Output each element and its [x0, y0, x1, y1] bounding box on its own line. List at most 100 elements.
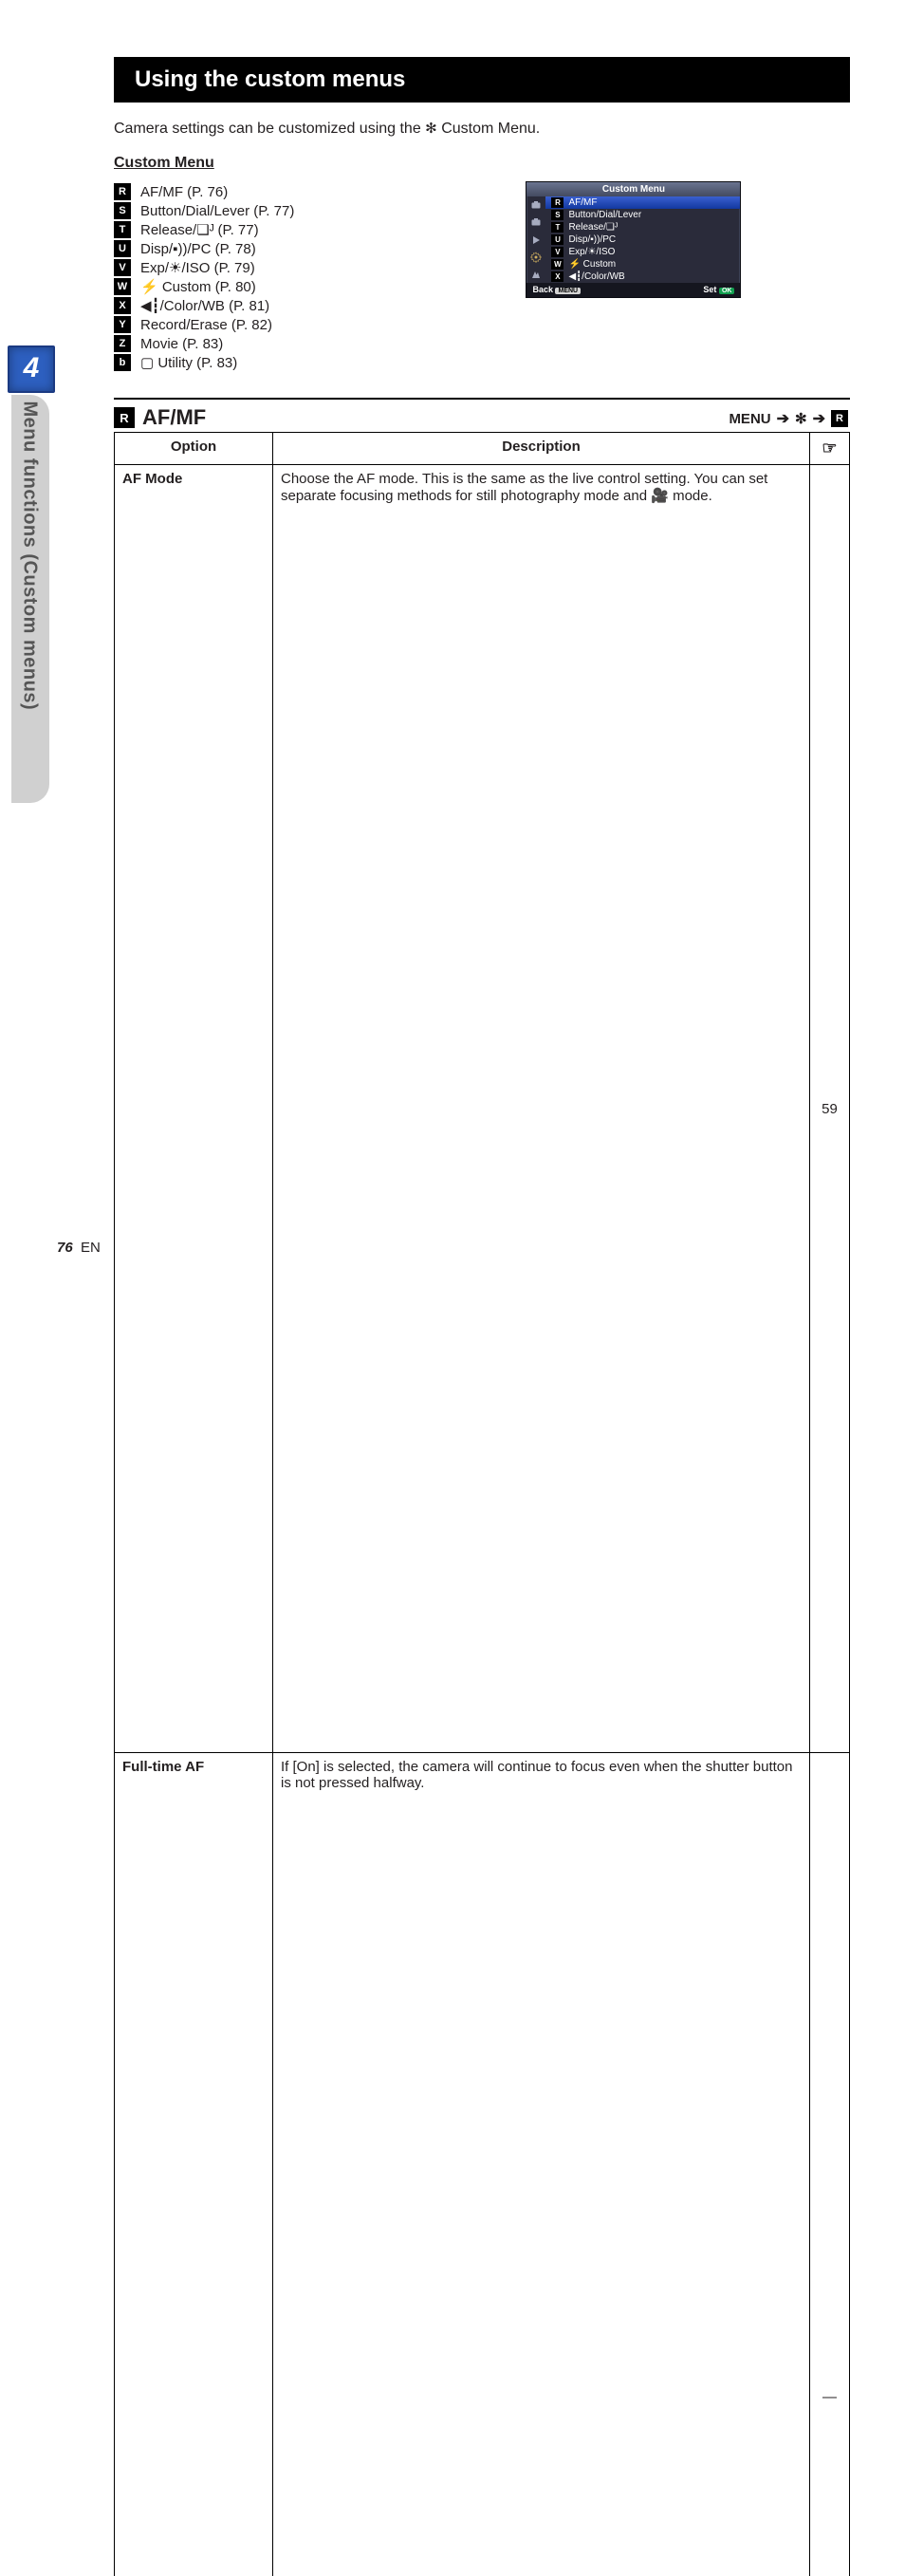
side-tab: Menu functions (Custom menus) [11, 395, 49, 803]
chapter-badge: 4 [8, 345, 55, 393]
list-item: V Exp/☀/ISO (P. 79) [114, 259, 493, 276]
list-item-text: Release/❏ᴶ (P. 77) [140, 221, 259, 238]
badge-icon: T [114, 221, 131, 238]
custom-menu-list: R AF/MF (P. 76) S Button/Dial/Lever (P. 77)… [114, 183, 493, 371]
table-row: AF ModeChoose the AF mode. This is the s… [115, 465, 850, 1753]
menu-button-icon: MENU [555, 288, 581, 294]
page-title-bar: Using the custom menus [114, 57, 850, 103]
list-item: Y Record/Erase (P. 82) [114, 316, 493, 333]
list-item-text: Record/Erase (P. 82) [140, 317, 272, 333]
section-badge-icon: R [114, 407, 135, 428]
crumb-gear-icon: ✻ [795, 410, 807, 427]
breadcrumb: MENU ➔ ✻ ➔ R [729, 409, 848, 430]
list-item: W ⚡ Custom (P. 80) [114, 278, 493, 295]
badge-icon: W [114, 278, 131, 295]
cell-option: AF Mode [115, 465, 273, 1753]
list-item-text: Exp/☀/ISO (P. 79) [140, 259, 255, 276]
mini-row: S Button/Dial/Lever [545, 209, 740, 221]
setup-icon [526, 266, 545, 283]
list-item-text: ◀┇/Color/WB (P. 81) [140, 297, 269, 314]
arrow-icon: ➔ [813, 409, 825, 428]
options-table: Option Description ☞ AF ModeChoose the A… [114, 432, 850, 2576]
list-item: X ◀┇/Color/WB (P. 81) [114, 297, 493, 314]
hand-icon: ☞ [822, 439, 837, 457]
list-item-text: ⚡ Custom (P. 80) [140, 278, 256, 295]
mini-badge-icon: R [551, 197, 563, 208]
list-item: T Release/❏ᴶ (P. 77) [114, 221, 493, 238]
mini-badge-icon: T [551, 222, 563, 233]
crumb-menu: MENU [729, 411, 770, 427]
badge-icon: Y [114, 316, 131, 333]
cell-description: If [On] is selected, the camera will con… [273, 1753, 810, 2576]
mini-row-label: Disp/▪))/PC [568, 234, 616, 245]
list-item: S Button/Dial/Lever (P. 77) [114, 202, 493, 219]
mini-row-label: Release/❏ᴶ [568, 222, 618, 233]
page-number: 76 [57, 1240, 73, 1256]
list-item-text: AF/MF (P. 76) [140, 184, 228, 200]
intro-pre: Camera settings can be customized using … [114, 121, 425, 137]
mini-row: U Disp/▪))/PC [545, 233, 740, 246]
mini-row-label: ◀┇/Color/WB [568, 271, 624, 282]
arrow-icon: ➔ [777, 409, 789, 428]
badge-icon: S [114, 202, 131, 219]
gear-icon [526, 249, 545, 266]
list-item-text: Movie (P. 83) [140, 336, 223, 352]
mini-title: Custom Menu [526, 182, 740, 196]
mini-row: W ⚡ Custom [545, 258, 740, 271]
mini-row: V Exp/☀/ISO [545, 246, 740, 258]
mini-row: R AF/MF [545, 196, 740, 209]
mini-row-label: Exp/☀/ISO [568, 247, 615, 257]
mini-badge-icon: U [551, 234, 563, 245]
cell-description: Choose the AF mode. This is the same as … [273, 465, 810, 1753]
mini-row: X ◀┇/Color/WB [545, 271, 740, 283]
badge-icon: b [114, 354, 131, 371]
cell-option: Full-time AF [115, 1753, 273, 2576]
mini-badge-icon: W [551, 259, 563, 270]
shoot2-icon [526, 214, 545, 231]
custom-menu-heading: Custom Menu [114, 155, 850, 172]
list-item: R AF/MF (P. 76) [114, 183, 493, 200]
cell-page: 59 [810, 465, 850, 1753]
list-item-text: Disp/▪))/PC (P. 78) [140, 241, 256, 257]
section-header: R AF/MF MENU ➔ ✻ ➔ R [114, 398, 850, 433]
badge-icon: V [114, 259, 131, 276]
th-page: ☞ [810, 433, 850, 465]
mini-rows: R AF/MF S Button/Dial/Lever T Release/❏ᴶ U Disp… [545, 196, 740, 283]
table-header-row: Option Description ☞ [115, 433, 850, 465]
page-lang: EN [81, 1240, 101, 1256]
badge-icon: Z [114, 335, 131, 352]
badge-icon: X [114, 297, 131, 314]
list-item: Z Movie (P. 83) [114, 335, 493, 352]
th-option: Option [115, 433, 273, 465]
list-item-text: ▢ Utility (P. 83) [140, 354, 237, 371]
mini-row-label: AF/MF [568, 197, 597, 208]
section-title: AF/MF [142, 405, 206, 430]
ok-button-icon: OK [719, 288, 735, 294]
table-row: Full-time AFIf [On] is selected, the cam… [115, 1753, 850, 2576]
mini-badge-icon: X [551, 271, 563, 282]
badge-icon: U [114, 240, 131, 257]
list-item-text: Button/Dial/Lever (P. 77) [140, 203, 294, 219]
shoot1-icon [526, 196, 545, 214]
mini-row-label: ⚡ Custom [568, 259, 616, 270]
camera-menu-screenshot: Custom Menu R AF/MF S Button/Dial/Lever T Rel… [526, 181, 741, 298]
gear-icon: ✻ [425, 121, 437, 137]
badge-icon: R [114, 183, 131, 200]
mini-set-label: Set [703, 285, 716, 294]
crumb-badge-icon: R [831, 410, 848, 427]
intro-paragraph: Camera settings can be customized using … [114, 120, 850, 138]
intro-post: Custom Menu. [437, 121, 540, 137]
mini-back-label: Back [532, 285, 553, 294]
side-tab-label: Menu functions (Custom menus) [19, 401, 41, 810]
mini-row-label: Button/Dial/Lever [568, 210, 641, 220]
list-item: U Disp/▪))/PC (P. 78) [114, 240, 493, 257]
cell-page: — [810, 1753, 850, 2576]
page-footer: 76 EN [57, 1240, 101, 1256]
mini-badge-icon: S [551, 210, 563, 220]
th-description: Description [273, 433, 810, 465]
list-item: b ▢ Utility (P. 83) [114, 354, 493, 371]
mini-side-tabs [526, 196, 545, 283]
mini-badge-icon: V [551, 247, 563, 257]
mini-row: T Release/❏ᴶ [545, 221, 740, 233]
playback-icon [526, 231, 545, 248]
